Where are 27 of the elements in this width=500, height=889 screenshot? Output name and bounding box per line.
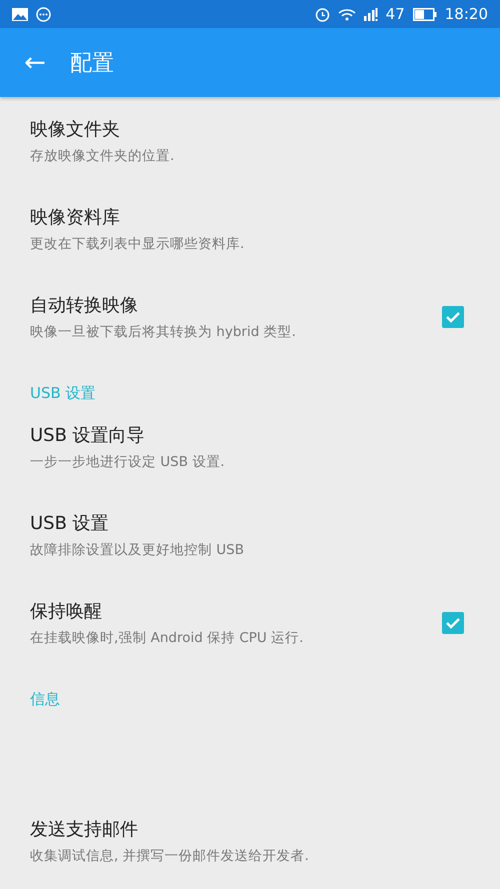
setting-title[interactable]: 保持唤醒: [30, 599, 442, 623]
setting-summary: 在挂载映像时,强制 Android 保持 CPU 运行.: [30, 629, 304, 647]
battery-icon: [412, 8, 437, 20]
alarm-icon: [314, 6, 330, 22]
setting-title[interactable]: 映像文件夹: [30, 117, 464, 141]
battery-level: 47: [386, 5, 405, 23]
clock: 18:20: [444, 5, 488, 23]
section-header: 信息: [30, 690, 60, 708]
checkbox[interactable]: [442, 612, 464, 634]
setting-summary: 一步一步地进行设定 USB 设置.: [30, 453, 226, 471]
setting-title[interactable]: USB 设置: [30, 511, 464, 535]
checkbox[interactable]: [442, 306, 464, 328]
setting-summary: 更改在下载列表中显示哪些资料库.: [30, 235, 246, 253]
wifi-icon: [338, 8, 356, 20]
image-icon: [12, 8, 28, 20]
setting-title[interactable]: 发送支持邮件: [30, 817, 464, 841]
more-icon: [36, 6, 51, 22]
setting-summary: 收集调试信息, 并撰写一份邮件发送给开发者.: [30, 847, 310, 865]
setting-title[interactable]: 映像资料库: [30, 205, 464, 229]
setting-title[interactable]: 自动转换映像: [30, 293, 442, 317]
section-header: USB 设置: [30, 384, 96, 402]
setting-summary: 故障排除设置以及更好地控制 USB: [30, 541, 246, 559]
signal-icon: [364, 8, 378, 20]
setting-summary: 映像一旦被下载后将其转换为 hybrid 类型.: [30, 323, 297, 341]
screen-title: 配置: [70, 50, 114, 78]
setting-title[interactable]: USB 设置向导: [30, 423, 464, 447]
setting-summary: 存放映像文件夹的位置.: [30, 147, 176, 165]
